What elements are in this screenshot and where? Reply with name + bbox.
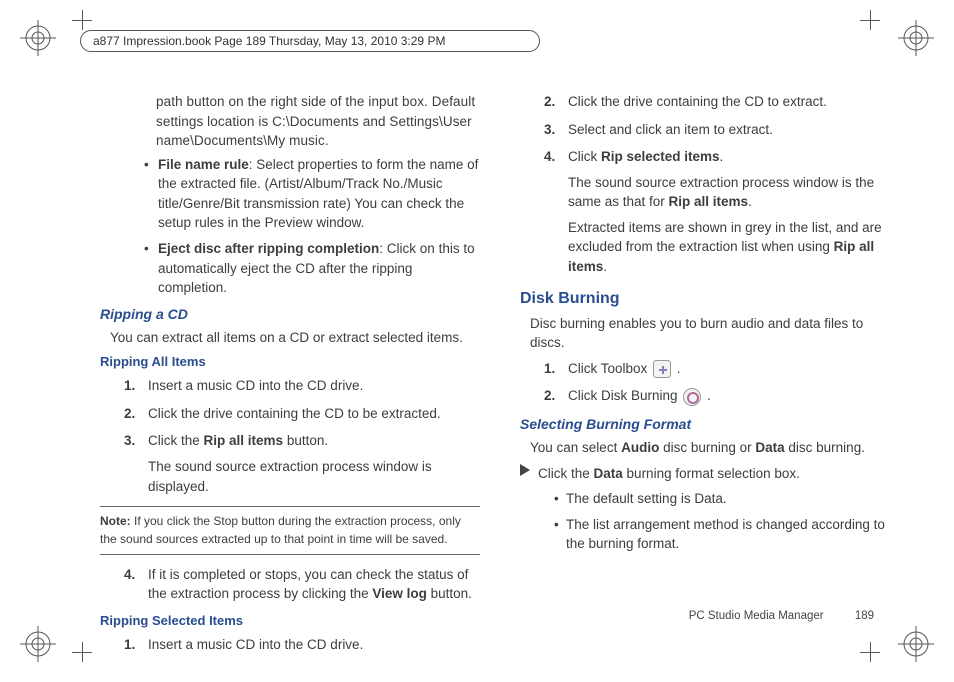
sub-bullet: The default setting is Data. xyxy=(554,489,900,509)
crop-mark xyxy=(856,642,886,672)
step-number: 3. xyxy=(124,431,148,496)
step-item: 1. Click Toolbox . xyxy=(544,359,900,379)
step-followup: Extracted items are shown in grey in the… xyxy=(568,218,900,277)
step-item: 2. Click Disk Burning . xyxy=(544,386,900,406)
step-item: 3. Click the Rip all items button. The s… xyxy=(124,431,480,496)
step-number: 1. xyxy=(124,635,148,655)
step-number: 4. xyxy=(124,565,148,604)
bullet-term: Eject disc after ripping completion xyxy=(158,241,379,256)
heading-ripping-cd: Ripping a CD xyxy=(100,304,480,324)
step-text: Click the drive containing the CD to be … xyxy=(148,404,480,424)
arrow-step: Click the Data burning format selection … xyxy=(520,464,900,484)
disk-burning-icon xyxy=(683,388,701,406)
steps-rip-selected: 1. Insert a music CD into the CD drive. xyxy=(124,635,480,655)
steps-rip-all-cont: 4. If it is completed or stops, you can … xyxy=(124,565,480,604)
step-followup: The sound source extraction process wind… xyxy=(568,173,900,212)
reg-mark-tr xyxy=(896,18,936,58)
step-item: 3. Select and click an item to extract. xyxy=(544,120,900,140)
step-text: Click the drive containing the CD to ext… xyxy=(568,92,900,112)
note-box: Note: If you click the Stop button durin… xyxy=(100,506,480,555)
continued-paragraph: path button on the right side of the inp… xyxy=(156,92,480,151)
page-footer: PC Studio Media Manager 189 xyxy=(689,610,874,622)
step-item: 1. Insert a music CD into the CD drive. xyxy=(124,376,480,396)
step-text: Click the Rip all items button. The soun… xyxy=(148,431,480,496)
step-text: Insert a music CD into the CD drive. xyxy=(148,635,480,655)
triangle-bullet-icon xyxy=(520,464,530,484)
step-item: 4. Click Rip selected items. The sound s… xyxy=(544,147,900,276)
header-stamp: a877 Impression.book Page 189 Thursday, … xyxy=(80,30,540,52)
step-text: Click Disk Burning . xyxy=(568,386,900,406)
steps-disk-burning: 1. Click Toolbox . 2. Click Disk Burning… xyxy=(544,359,900,406)
steps-rip-selected-cont: 2. Click the drive containing the CD to … xyxy=(544,92,900,277)
step-number: 1. xyxy=(544,359,568,379)
bullet-list: File name rule: Select properties to for… xyxy=(144,155,480,298)
step-number: 3. xyxy=(544,120,568,140)
reg-mark-tl xyxy=(18,18,58,58)
step-text: Select and click an item to extract. xyxy=(568,120,900,140)
disk-burning-intro: Disc burning enables you to burn audio a… xyxy=(530,314,900,353)
step-text: Click Rip selected items. The sound sour… xyxy=(568,147,900,276)
step-item: 2. Click the drive containing the CD to … xyxy=(544,92,900,112)
bullet-item: Eject disc after ripping completion: Cli… xyxy=(144,239,480,298)
step-text: Click Toolbox . xyxy=(568,359,900,379)
reg-mark-br xyxy=(896,624,936,664)
step-text: If it is completed or stops, you can che… xyxy=(148,565,480,604)
header-stamp-text: a877 Impression.book Page 189 Thursday, … xyxy=(93,34,445,48)
footer-title: PC Studio Media Manager xyxy=(689,610,824,622)
note-text: If you click the Stop button during the … xyxy=(100,514,461,545)
format-sub-bullets: The default setting is Data. The list ar… xyxy=(554,489,900,554)
steps-rip-all: 1. Insert a music CD into the CD drive. … xyxy=(124,376,480,496)
step-number: 1. xyxy=(124,376,148,396)
heading-selecting-format: Selecting Burning Format xyxy=(520,414,900,434)
step-item: 2. Click the drive containing the CD to … xyxy=(124,404,480,424)
note-label: Note: xyxy=(100,514,131,528)
heading-disk-burning: Disk Burning xyxy=(520,287,900,310)
sub-bullet: The list arrangement method is changed a… xyxy=(554,515,900,554)
bullet-term: File name rule xyxy=(158,157,249,172)
crop-mark xyxy=(856,10,886,40)
page-number: 189 xyxy=(855,610,874,622)
content-columns: path button on the right side of the inp… xyxy=(100,92,900,632)
step-number: 4. xyxy=(544,147,568,276)
arrow-step-text: Click the Data burning format selection … xyxy=(538,464,800,484)
left-column: path button on the right side of the inp… xyxy=(100,92,480,632)
heading-ripping-selected: Ripping Selected Items xyxy=(100,612,480,631)
step-text: Insert a music CD into the CD drive. xyxy=(148,376,480,396)
step-number: 2. xyxy=(544,386,568,406)
right-column: 2. Click the drive containing the CD to … xyxy=(520,92,900,632)
step-number: 2. xyxy=(124,404,148,424)
toolbox-icon xyxy=(653,360,671,378)
reg-mark-bl xyxy=(18,624,58,664)
step-number: 2. xyxy=(544,92,568,112)
step-item: 1. Insert a music CD into the CD drive. xyxy=(124,635,480,655)
step-followup: The sound source extraction process wind… xyxy=(148,457,480,496)
format-intro: You can select Audio disc burning or Dat… xyxy=(530,438,900,458)
step-item: 4. If it is completed or stops, you can … xyxy=(124,565,480,604)
ripping-cd-intro: You can extract all items on a CD or ext… xyxy=(110,328,480,348)
bullet-item: File name rule: Select properties to for… xyxy=(144,155,480,233)
crop-mark xyxy=(68,642,98,672)
heading-ripping-all: Ripping All Items xyxy=(100,353,480,372)
